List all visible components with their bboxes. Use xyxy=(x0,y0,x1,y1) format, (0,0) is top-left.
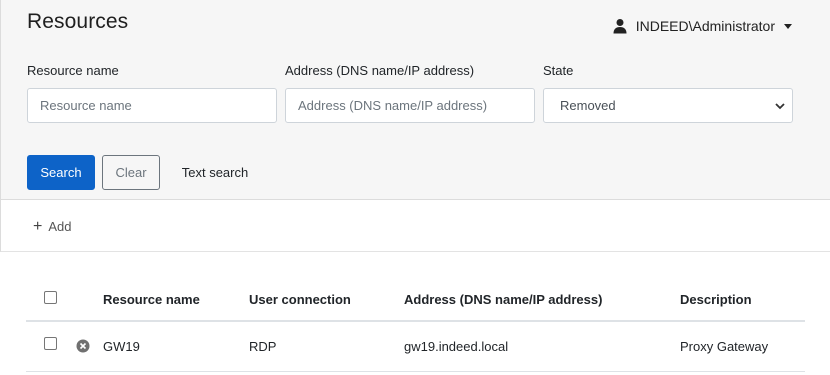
clear-button[interactable]: Clear xyxy=(102,155,160,190)
state-label: State xyxy=(543,63,574,78)
cell-user-connection: RDP xyxy=(249,339,277,354)
add-label: Add xyxy=(48,219,72,234)
column-header-resource-name[interactable]: Resource name xyxy=(103,292,200,307)
column-header-description[interactable]: Description xyxy=(680,292,752,307)
plus-icon: + xyxy=(33,218,43,235)
page-title: Resources xyxy=(27,10,129,33)
cell-description: Proxy Gateway xyxy=(680,339,769,354)
resource-name-input[interactable] xyxy=(27,88,277,123)
address-label: Address (DNS name/IP address) xyxy=(285,63,475,78)
cell-resource-name: GW19 xyxy=(103,339,140,354)
user-menu[interactable]: INDEED\Administrator xyxy=(612,18,792,34)
removed-x-icon xyxy=(76,339,90,353)
text-search-button[interactable]: Text search xyxy=(171,155,259,190)
caret-down-icon xyxy=(784,23,792,29)
filter-panel: Resources INDEED\Administrator Resource … xyxy=(0,0,830,200)
state-select[interactable]: Removed xyxy=(543,88,793,123)
add-button[interactable]: + Add xyxy=(33,218,72,235)
resource-name-label: Resource name xyxy=(27,63,119,78)
cell-address: gw19.indeed.local xyxy=(404,339,509,354)
user-icon xyxy=(613,19,627,34)
resources-table: Resource name User connection Address (D… xyxy=(26,276,805,372)
table-header-row: Resource name User connection Address (D… xyxy=(26,276,805,322)
resources-page: Resources INDEED\Administrator Resource … xyxy=(0,0,830,375)
address-input[interactable] xyxy=(285,88,535,123)
table-row[interactable]: GW19 RDP gw19.indeed.local Proxy Gateway xyxy=(26,322,805,372)
chevron-down-icon xyxy=(775,103,785,110)
select-all-checkbox[interactable] xyxy=(44,291,57,304)
column-header-user-connection[interactable]: User connection xyxy=(249,292,351,307)
search-button[interactable]: Search xyxy=(27,155,95,190)
row-checkbox[interactable] xyxy=(44,337,57,350)
toolbar: + Add xyxy=(0,200,830,252)
state-select-value: Removed xyxy=(560,98,616,113)
user-name: INDEED\Administrator xyxy=(635,18,775,34)
column-header-address[interactable]: Address (DNS name/IP address) xyxy=(404,292,602,307)
